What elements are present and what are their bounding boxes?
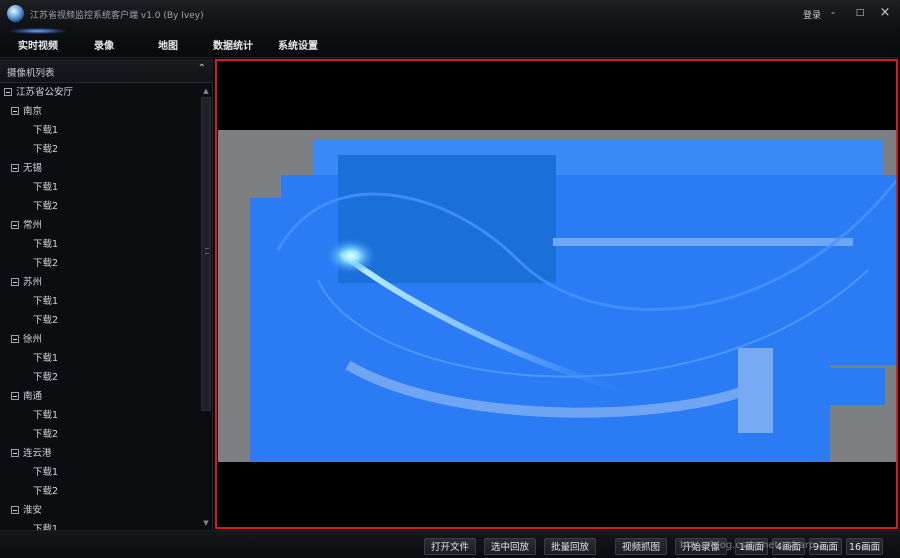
tree-city-wuxi[interactable]: 无锡 (11, 159, 42, 178)
main-menu: 实时视频 录像 地图 数据统计 系统设置 (0, 28, 900, 58)
close-icon[interactable]: × (878, 6, 892, 20)
tree-city-label: 连云港 (23, 448, 52, 459)
tree-city-lianyungang[interactable]: 连云港 (11, 444, 52, 463)
tree-camera[interactable]: 下载1 (33, 121, 58, 140)
maximize-icon[interactable]: □ (853, 6, 867, 20)
tree-camera[interactable]: 下载2 (33, 254, 58, 273)
tree-camera[interactable]: 下载1 (33, 178, 58, 197)
tree-city-label: 徐州 (23, 334, 43, 345)
collapse-toggle-icon[interactable] (11, 278, 19, 286)
tree-city-label: 常州 (23, 220, 43, 231)
tree-camera[interactable]: 下载1 (33, 520, 58, 530)
tree-city-label: 淮安 (23, 505, 43, 516)
tree-root-label: 江苏省公安厅 (16, 87, 74, 98)
collapse-toggle-icon[interactable] (11, 449, 19, 457)
grip-icon (205, 248, 209, 254)
tree-city-suzhou[interactable]: 苏州 (11, 273, 42, 292)
collapse-toggle-icon[interactable] (11, 164, 19, 172)
bottom-toolbar: 打开文件 选中回放 批量回放 视频抓图 开始录像 1画面 4画面 9画面 16画… (0, 530, 900, 558)
collapse-toggle-icon[interactable] (11, 335, 19, 343)
open-file-button[interactable]: 打开文件 (424, 538, 477, 555)
tree-camera[interactable]: 下载2 (33, 311, 58, 330)
camera-list-panel: 摄像机列表 ⌃ 江苏省公安厅 南京 下载1 下载2 无锡 下载1 下载2 常州 … (0, 59, 213, 530)
snapshot-button[interactable]: 视频抓图 (615, 538, 668, 555)
tab-statistics[interactable]: 数据统计 (213, 37, 253, 52)
scroll-down-icon[interactable]: ▼ (202, 519, 210, 527)
video-display[interactable] (215, 59, 898, 529)
tree-scrollbar[interactable]: ▲ ▼ (200, 85, 212, 530)
scroll-up-icon[interactable]: ▲ (202, 87, 210, 95)
collapse-toggle-icon[interactable] (11, 221, 19, 229)
login-button[interactable]: 登录 (803, 8, 821, 21)
collapse-toggle-icon[interactable] (11, 506, 19, 514)
scroll-thumb[interactable] (201, 97, 211, 411)
tree-camera[interactable]: 下载1 (33, 406, 58, 425)
collapse-toggle-icon[interactable] (4, 88, 12, 96)
collapse-toggle-icon[interactable] (11, 392, 19, 400)
batch-playback-button[interactable]: 批量回放 (544, 538, 597, 555)
tree-city-nanjing[interactable]: 南京 (11, 102, 42, 121)
tree-city-label: 南通 (23, 391, 43, 402)
playback-selected-button[interactable]: 选中回放 (484, 538, 537, 555)
tree-camera[interactable]: 下载1 (33, 349, 58, 368)
tree-camera[interactable]: 下载2 (33, 368, 58, 387)
tree-city-xuzhou[interactable]: 徐州 (11, 330, 42, 349)
tree-city-nantong[interactable]: 南通 (11, 387, 42, 406)
chevron-up-icon[interactable]: ⌃ (198, 63, 206, 74)
tree-camera[interactable]: 下载1 (33, 463, 58, 482)
tab-map[interactable]: 地图 (158, 37, 178, 52)
camera-tree: 江苏省公安厅 南京 下载1 下载2 无锡 下载1 下载2 常州 下载1 下载2 … (0, 85, 200, 530)
camera-list-header: 摄像机列表 ⌃ (0, 59, 213, 83)
watermark-text: http://blog.csdn.net/csharp (680, 540, 816, 551)
minimize-icon[interactable]: - (826, 6, 840, 20)
camera-list-title: 摄像机列表 (7, 68, 55, 79)
tree-city-label: 苏州 (23, 277, 43, 288)
video-image (218, 130, 896, 462)
tree-city-label: 南京 (23, 106, 43, 117)
layout-16-button[interactable]: 16画面 (846, 538, 884, 555)
tree-city-changzhou[interactable]: 常州 (11, 216, 42, 235)
tree-camera[interactable]: 下载2 (33, 482, 58, 501)
tab-live-video[interactable]: 实时视频 (10, 28, 66, 52)
tree-camera[interactable]: 下载2 (33, 425, 58, 444)
tree-camera[interactable]: 下载2 (33, 197, 58, 216)
app-logo-icon (7, 5, 24, 22)
video-frame (218, 130, 896, 462)
tree-root[interactable]: 江苏省公安厅 (4, 85, 73, 102)
window-title: 江苏省视频监控系统客户端 v1.0 (By Ivey) (30, 11, 204, 21)
tab-settings[interactable]: 系统设置 (278, 37, 318, 52)
collapse-toggle-icon[interactable] (11, 107, 19, 115)
tree-city-huaian[interactable]: 淮安 (11, 501, 42, 520)
tree-camera[interactable]: 下载2 (33, 140, 58, 159)
tree-camera[interactable]: 下载1 (33, 292, 58, 311)
tree-city-label: 无锡 (23, 163, 43, 174)
tree-camera[interactable]: 下载1 (33, 235, 58, 254)
tab-recording[interactable]: 录像 (94, 37, 114, 52)
title-bar: 江苏省视频监控系统客户端 v1.0 (By Ivey) 登录 - □ × (0, 0, 900, 28)
